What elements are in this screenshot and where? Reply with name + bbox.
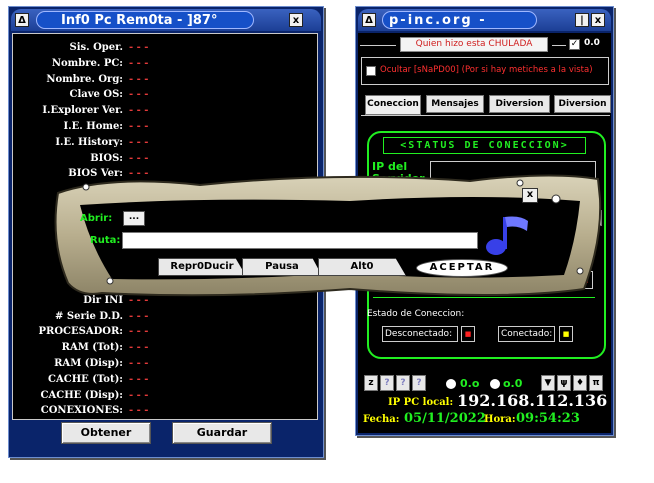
info-value: - - -	[129, 405, 149, 417]
player-dialog: x Abrir: ... Ruta: Repr0Ducir Pausa Alt0 A…	[50, 171, 610, 301]
info-label: RAM (Tot):	[61, 342, 123, 354]
psi-icon[interactable]: ψ	[557, 375, 571, 391]
info-row: PROCESADOR: - - -	[13, 326, 313, 341]
info-label: PROCESADOR:	[38, 326, 124, 338]
obtener-button[interactable]: Obtener	[61, 422, 151, 444]
pi-icon[interactable]: π	[589, 375, 603, 391]
radio-a[interactable]	[446, 379, 456, 389]
hora-value: 09:54:23	[516, 411, 580, 426]
radio-b[interactable]	[490, 379, 500, 389]
tab-coneccion[interactable]: Coneccion	[365, 95, 421, 115]
info-row: CACHE (Tot): - - -	[13, 374, 313, 389]
reproducir-button[interactable]: Repr0Ducir	[158, 258, 246, 276]
dialog-close-button[interactable]: x	[522, 188, 538, 203]
aceptar-button[interactable]: ACEPTAR	[416, 259, 508, 277]
estado-label: Estado de Coneccion:	[367, 309, 465, 319]
pausa-button[interactable]: Pausa	[242, 258, 322, 276]
info-label: I.E. History:	[55, 136, 123, 148]
info-label: I.Explorer Ver.	[42, 105, 123, 117]
close-button[interactable]: x	[289, 13, 303, 27]
info-value: - - -	[129, 342, 149, 354]
info-value: - - -	[129, 136, 149, 148]
ruta-label: Ruta:	[90, 235, 121, 246]
info-value: - - -	[129, 152, 149, 164]
ip-local-label: IP PC local:	[388, 397, 454, 408]
info-label: Clave OS:	[69, 89, 123, 101]
fecha-value: 05/11/2022	[404, 411, 486, 426]
version-label: 0.0	[584, 38, 600, 48]
info-value: - - -	[129, 105, 149, 117]
tab-mensajes[interactable]: Mensajes	[426, 95, 484, 113]
version-checkbox[interactable]: ✓	[569, 39, 580, 50]
credits-button[interactable]: Quien hizo esta CHULADA	[400, 37, 548, 52]
fecha-label: Fecha:	[363, 414, 400, 425]
info-row: Nombre. PC: - - -	[13, 58, 313, 73]
info-row: CACHE (Disp): - - -	[13, 390, 313, 405]
info-value: - - -	[129, 310, 149, 322]
info-value: - - -	[129, 389, 149, 401]
arrow-down-icon[interactable]: ▼	[541, 375, 555, 391]
info-row: Nombre. Org: - - -	[13, 74, 313, 89]
info-row: Sis. Oper. - - -	[13, 42, 313, 57]
help-button[interactable]: ?	[412, 375, 426, 391]
sleep-button[interactable]: z	[364, 375, 378, 391]
info-value: - - -	[129, 89, 149, 101]
info-row: I.E. Home: - - -	[13, 121, 313, 136]
info-row: BIOS: - - -	[13, 153, 313, 168]
info-row: # Serie D.D. - - -	[13, 311, 313, 326]
info-label: CONEXIONES:	[40, 405, 123, 417]
info-label: RAM (Disp):	[54, 358, 123, 369]
help-button[interactable]: ?	[380, 375, 394, 391]
info-value: - - -	[129, 373, 149, 385]
info-row: I.E. History: - - -	[13, 137, 313, 152]
info-value: - - -	[129, 358, 149, 369]
info-value: - - -	[129, 57, 149, 69]
system-menu-button[interactable]: Δ	[15, 13, 29, 27]
info-row: I.Explorer Ver. - - -	[13, 105, 313, 120]
desconectado-label: Desconectado:	[382, 326, 458, 342]
info-label: CACHE (Tot):	[48, 373, 123, 385]
info-row: CONEXIONES: - - -	[13, 405, 313, 420]
info-label: Nombre. PC:	[51, 57, 123, 69]
conectado-label: Conectado:	[498, 326, 555, 342]
system-menu-button[interactable]: Δ	[362, 13, 376, 27]
abrir-label: Abrir:	[80, 213, 113, 224]
ruta-input[interactable]	[122, 232, 478, 249]
radio-b-label: o.0	[503, 377, 523, 390]
info-label: # Serie D.D.	[55, 310, 123, 322]
info-label: CACHE (Disp):	[40, 389, 123, 401]
info-value: - - -	[129, 42, 149, 53]
info-row: Clave OS: - - -	[13, 89, 313, 104]
window-title: Inf0 Pc Rem0ta - ]87°	[36, 11, 254, 29]
info-label: Sis. Oper.	[69, 42, 123, 53]
info-row: RAM (Disp): - - -	[13, 358, 313, 373]
info-value: - - -	[129, 326, 149, 338]
tab-diversion-1[interactable]: Diversion	[489, 95, 550, 113]
alto-button[interactable]: Alt0	[318, 258, 406, 276]
desconectado-led: ■	[461, 326, 475, 342]
tab-diversion-2[interactable]: Diversion	[554, 95, 611, 113]
conectado-led: ■	[559, 326, 573, 342]
info-label: I.E. Home:	[63, 121, 124, 132]
ocultar-checkbox[interactable]	[366, 66, 376, 76]
info-row: RAM (Tot): - - -	[13, 342, 313, 357]
abrir-browse-button[interactable]: ...	[123, 211, 145, 226]
info-value: - - -	[129, 73, 149, 85]
radio-a-label: 0.o	[460, 377, 480, 390]
diamond-icon[interactable]: ♦	[573, 375, 587, 391]
info-value: - - -	[129, 121, 149, 132]
minimize-button[interactable]: |	[575, 13, 589, 27]
info-label: BIOS:	[90, 152, 123, 164]
hora-label: Hora:	[484, 414, 516, 425]
help-button[interactable]: ?	[396, 375, 410, 391]
close-button[interactable]: x	[591, 13, 605, 27]
window-title: p-inc.org -	[382, 11, 537, 29]
ip-local-value: 192.168.112.136	[457, 391, 608, 410]
ocultar-label: Ocultar [sNaPD00] (Por si hay metiches a…	[380, 65, 593, 75]
info-label: Nombre. Org:	[46, 73, 123, 85]
status-title: <STATUS DE CONECCION>	[383, 137, 586, 154]
guardar-button[interactable]: Guardar	[172, 422, 272, 444]
